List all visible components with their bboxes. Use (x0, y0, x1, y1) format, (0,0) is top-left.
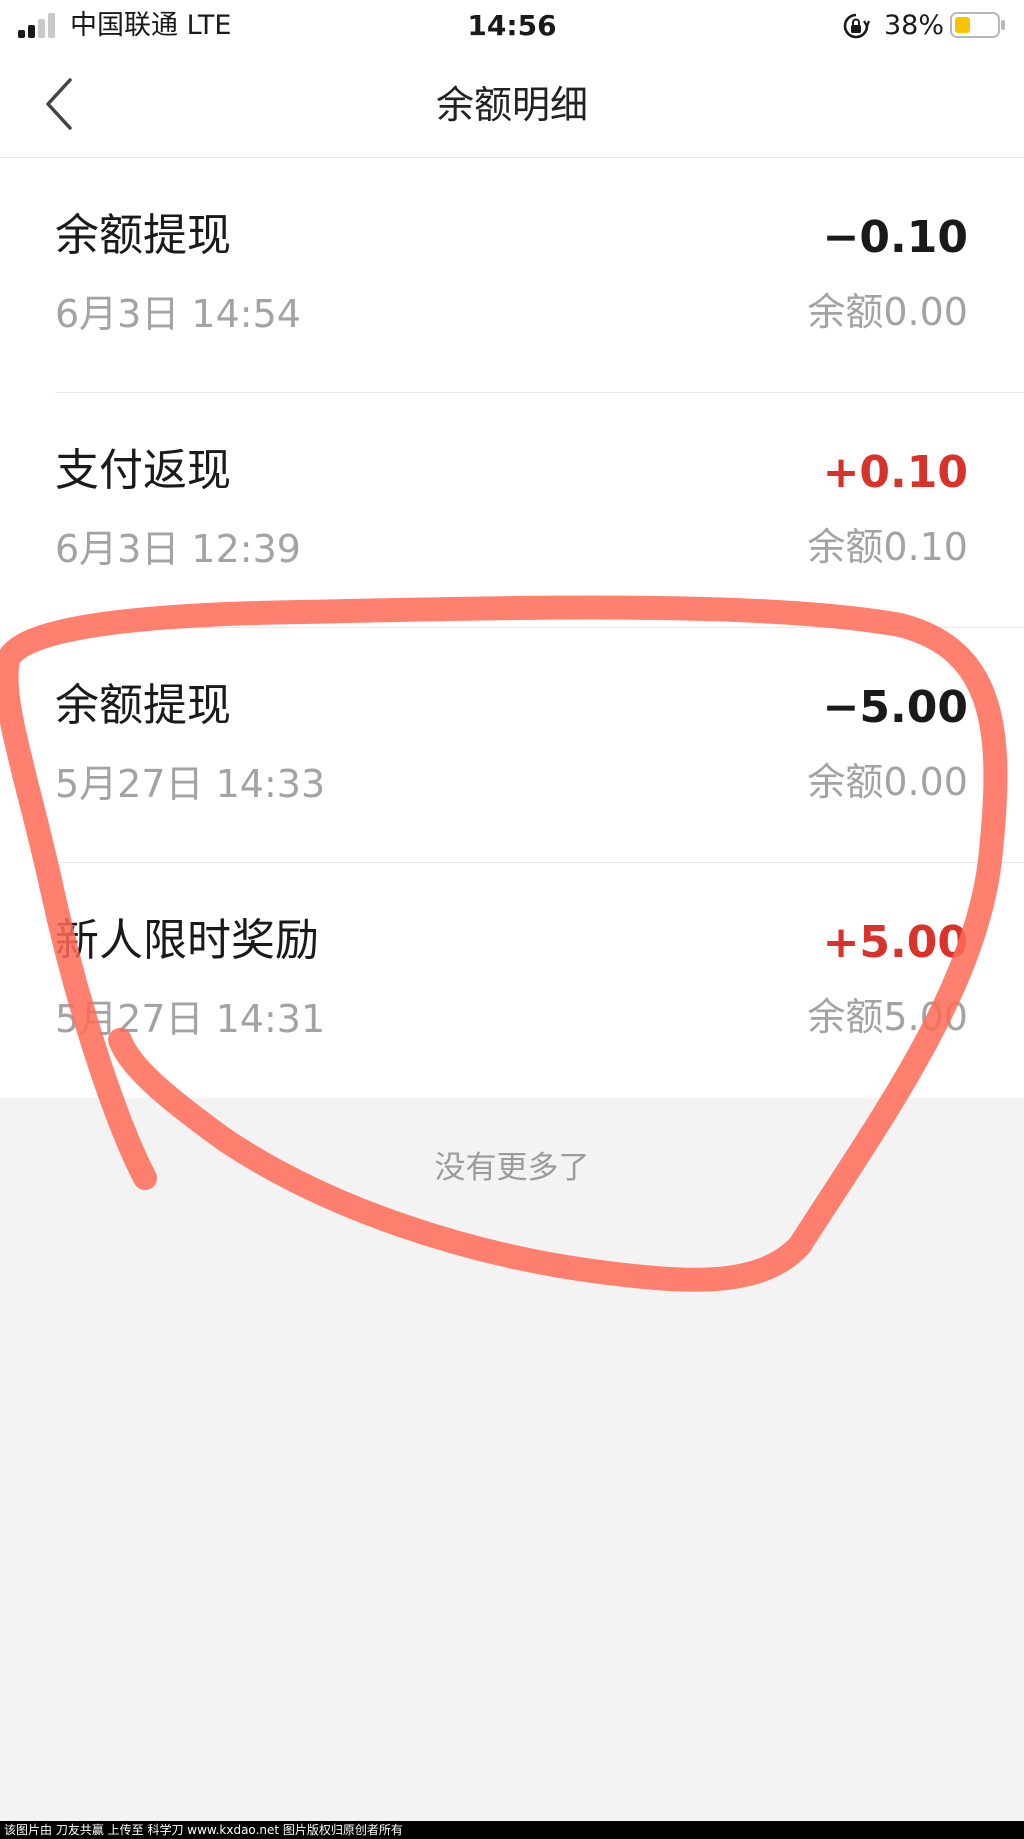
transaction-title: 支付返现 (55, 445, 231, 496)
transaction-item[interactable]: 余额提现 −5.00 5月27日 14:33 余额0.00 (0, 628, 1024, 863)
transaction-amount: −0.10 (822, 212, 968, 263)
transaction-balance: 余额0.00 (807, 290, 968, 334)
transaction-balance: 余额0.00 (807, 760, 968, 804)
transaction-balance: 余额5.00 (807, 995, 968, 1039)
transaction-balance: 余额0.10 (807, 525, 968, 569)
transaction-title: 余额提现 (55, 210, 231, 261)
transaction-time: 5月27日 14:33 (55, 762, 326, 806)
transaction-list: 余额提现 −0.10 6月3日 14:54 余额0.00 支付返现 +0.10 … (0, 158, 1024, 1098)
watermark-caption: 该图片由 刀友共赢 上传至 科学刀 www.kxdao.net 图片版权归原创者… (0, 1821, 1024, 1839)
transaction-amount: −5.00 (822, 682, 968, 733)
transaction-item[interactable]: 新人限时奖励 +5.00 5月27日 14:31 余额5.00 (0, 863, 1024, 1098)
transaction-item[interactable]: 支付返现 +0.10 6月3日 12:39 余额0.10 (0, 393, 1024, 628)
nav-bar: 余额明细 (0, 52, 1024, 158)
transaction-amount: +0.10 (822, 447, 968, 498)
transaction-title: 余额提现 (55, 680, 231, 731)
status-time: 14:56 (467, 9, 557, 42)
transaction-time: 6月3日 12:39 (55, 527, 301, 571)
page-title: 余额明细 (435, 83, 588, 127)
transaction-item[interactable]: 余额提现 −0.10 6月3日 14:54 余额0.00 (0, 158, 1024, 393)
transaction-amount: +5.00 (822, 917, 968, 968)
transaction-title: 新人限时奖励 (55, 915, 319, 966)
transaction-time: 5月27日 14:31 (55, 997, 326, 1041)
status-bar: 中国联通 LTE 14:56 38% (0, 0, 1024, 52)
transaction-time: 6月3日 14:54 (55, 292, 301, 336)
battery-percent: 38% (884, 10, 945, 41)
battery-icon (950, 12, 1005, 38)
no-more-label: 没有更多了 (434, 1150, 590, 1186)
rotation-lock-icon (843, 13, 870, 39)
